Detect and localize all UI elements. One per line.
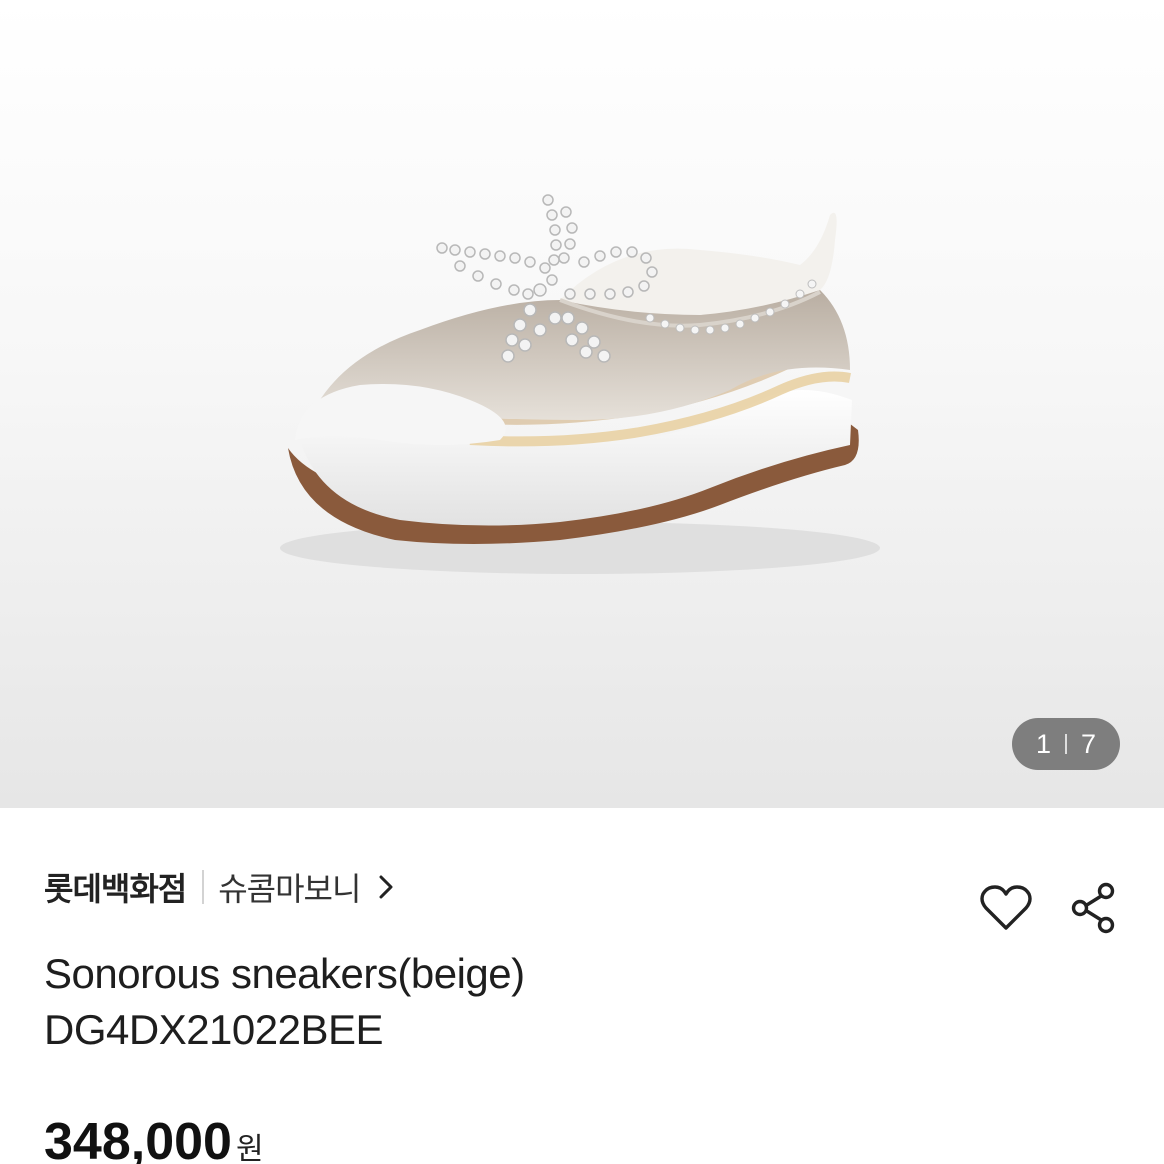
image-counter-total: 7	[1081, 728, 1097, 759]
store-name: 롯데백화점	[44, 870, 187, 908]
share-icon	[1071, 882, 1115, 934]
seller-row: 롯데백화점 슈콤마보니	[44, 862, 394, 912]
product-detail-page: 1 7 롯데백화점 슈콤마보니 Sonorous sneakers(beige)	[0, 0, 1164, 1164]
product-image	[280, 194, 880, 574]
price-row: 348,000 원	[44, 1112, 264, 1164]
product-code: DG4DX21022BEE	[44, 1006, 384, 1053]
product-image-gallery[interactable]: 1 7	[0, 0, 1164, 808]
chevron-right-icon[interactable]	[378, 874, 394, 900]
seller-divider	[202, 870, 205, 904]
image-counter-current: 1	[1035, 728, 1051, 759]
brand-link[interactable]: 슈콤마보니	[218, 864, 361, 910]
heart-icon	[980, 885, 1032, 930]
product-name: Sonorous sneakers(beige)	[44, 950, 525, 997]
price-currency: 원	[235, 1132, 264, 1164]
like-button[interactable]	[978, 880, 1034, 936]
share-button[interactable]	[1066, 880, 1122, 936]
image-counter: 1 7	[1012, 718, 1120, 770]
product-price: 348,000	[44, 1113, 232, 1164]
image-counter-divider	[1065, 734, 1067, 754]
